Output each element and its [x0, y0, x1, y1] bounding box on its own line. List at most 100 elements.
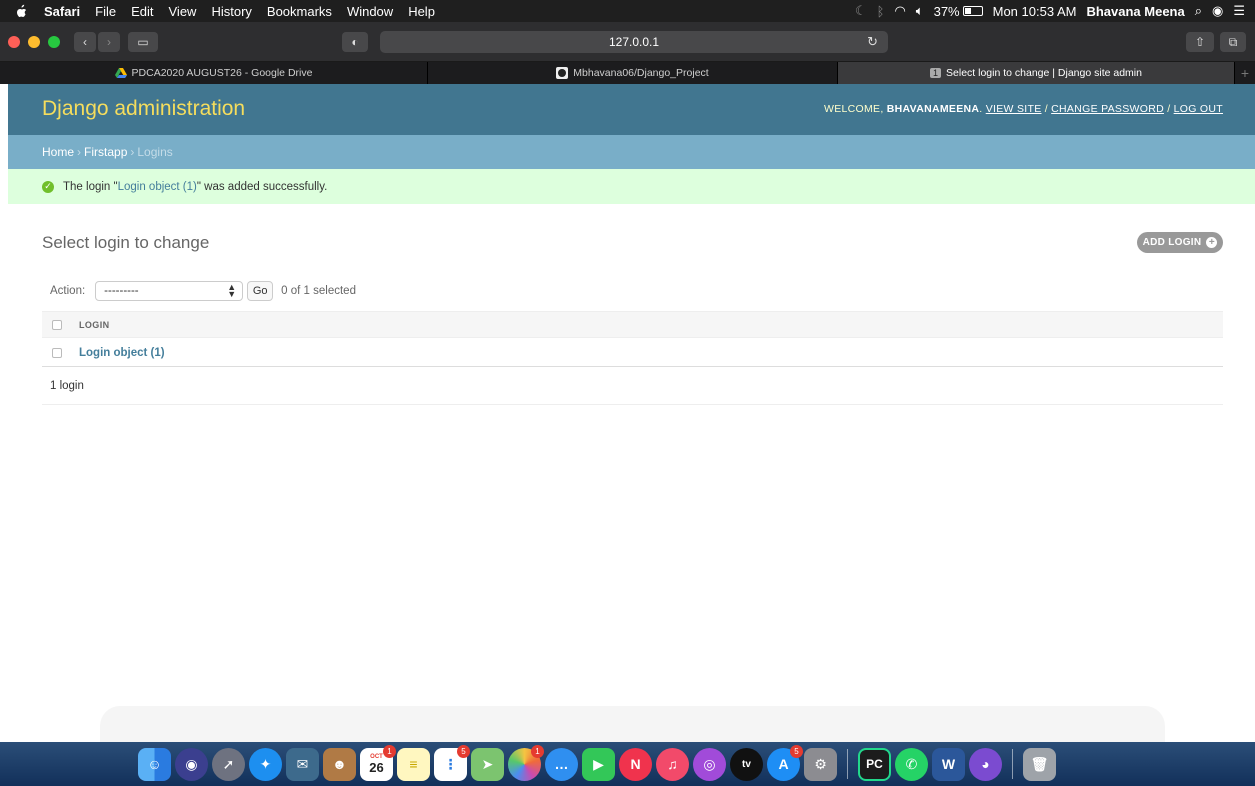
success-message: ✓ The login " Login object (1) " was added… [8, 169, 1255, 204]
notes-icon[interactable]: ≡ [397, 747, 430, 781]
app-store-icon[interactable]: A 5 [767, 744, 803, 781]
menu-app-safari[interactable]: Safari [44, 4, 80, 19]
dock-separator [1012, 749, 1013, 779]
breadcrumb-app[interactable]: Firstapp [84, 145, 127, 159]
menu-file[interactable]: File [95, 4, 116, 19]
actions-bar: Action: --------- ▲ ▼ Go 0 of 1 selected [42, 279, 1223, 303]
message-object-link[interactable]: Login object (1) [118, 181, 197, 193]
system-preferences-icon[interactable]: ⚙ [804, 747, 837, 781]
menu-bookmarks[interactable]: Bookmarks [267, 4, 332, 19]
reminders-badge: 5 [457, 744, 470, 758]
user-tools: WELCOME, BHAVANAMEENA. VIEW SITE / CHANG… [824, 103, 1223, 115]
photos-icon[interactable]: 1 [508, 744, 544, 781]
menu-edit[interactable]: Edit [131, 4, 153, 19]
reload-icon[interactable]: ↻ [867, 34, 878, 50]
column-header-login[interactable]: LOGIN [79, 320, 110, 330]
spotlight-search-icon[interactable]: ⌕ [1195, 3, 1202, 19]
breadcrumb-current: Logins [137, 145, 173, 159]
contacts-icon[interactable]: ☻ [323, 747, 356, 781]
siri-icon[interactable]: ◉ [1212, 3, 1223, 19]
site-title[interactable]: Django administration [42, 97, 245, 121]
user-name[interactable]: Bhavana Meena [1086, 4, 1184, 19]
battery-icon [962, 6, 983, 16]
menu-history[interactable]: History [211, 4, 251, 19]
photos-badge: 1 [531, 744, 544, 758]
tab-django-admin[interactable]: 1 Select login to change | Django site a… [838, 62, 1235, 84]
battery-status[interactable]: 37% [934, 4, 983, 19]
django-header: Django administration WELCOME, BHAVANAME… [8, 84, 1255, 135]
share-icon: ⇧ [1194, 35, 1206, 49]
close-window-button[interactable] [8, 36, 20, 48]
action-select[interactable]: --------- ▲ ▼ [95, 281, 244, 301]
maps-icon[interactable]: ➤ [471, 747, 504, 781]
notification-center-icon[interactable]: ☰ [1233, 3, 1245, 19]
sidebar-icon: ▭ [137, 35, 149, 49]
url-text: 127.0.0.1 [608, 35, 660, 49]
action-selected-value: --------- [104, 285, 139, 297]
tab-label: PDCA2020 AUGUST26 - Google Drive [131, 67, 313, 79]
address-bar[interactable]: 127.0.0.1 ↻ [380, 31, 888, 53]
facetime-icon[interactable]: ▶ [582, 747, 615, 781]
app-store-badge: 5 [790, 744, 803, 758]
volume-icon[interactable]: 🔈︎ [916, 3, 924, 19]
tab-github[interactable]: Mbhavana06/Django_Project [428, 62, 838, 84]
finder-icon[interactable]: ☺ [138, 747, 171, 781]
forward-button[interactable]: › [98, 32, 120, 52]
share-button[interactable]: ⇧ [1186, 32, 1214, 52]
view-site-link[interactable]: VIEW SITE [986, 103, 1042, 115]
apple-tv-icon[interactable]: tv [730, 747, 763, 781]
moon-icon[interactable]: ☾ [855, 3, 867, 19]
selection-counter: 0 of 1 selected [281, 285, 356, 297]
page-title: Select login to change [42, 233, 210, 252]
tab-label: Mbhavana06/Django_Project [573, 67, 709, 79]
add-login-label: ADD LOGIN [1142, 237, 1202, 248]
siri-dock-icon[interactable]: ◉ [175, 747, 208, 781]
success-check-icon: ✓ [42, 180, 54, 193]
minimize-window-button[interactable] [28, 36, 40, 48]
apple-menu-icon[interactable] [14, 4, 28, 18]
row-link[interactable]: Login object (1) [79, 347, 165, 359]
tab-google-drive[interactable]: PDCA2020 AUGUST26 - Google Drive [0, 62, 428, 84]
wifi-icon[interactable]: ◠ [894, 3, 905, 19]
select-arrows-icon: ▲ ▼ [227, 282, 237, 299]
word-icon[interactable]: W [932, 747, 965, 781]
calendar-icon[interactable]: OCT 26 1 [360, 744, 396, 781]
music-icon[interactable]: ♫ [656, 747, 689, 781]
shield-icon: ◐ [351, 35, 359, 49]
reminders-icon[interactable]: ⋮ 5 [434, 744, 470, 781]
change-password-link[interactable]: CHANGE PASSWORD [1051, 103, 1164, 115]
row-checkbox[interactable] [52, 347, 62, 358]
action-label: Action: [50, 285, 86, 297]
safari-icon[interactable]: ✦ [249, 747, 282, 781]
whatsapp-icon[interactable]: ✆ [895, 747, 928, 781]
launchpad-icon[interactable]: ➚ [212, 747, 245, 781]
news-icon[interactable]: N [619, 747, 652, 781]
breadcrumb-home[interactable]: Home [42, 145, 74, 159]
add-login-button[interactable]: ADD LOGIN + [1137, 232, 1223, 253]
podcasts-icon[interactable]: ◎ [693, 747, 726, 781]
breadcrumb: Home › Firstapp › Logins [8, 135, 1255, 169]
menu-help[interactable]: Help [408, 4, 435, 19]
table-row: Login object (1) [42, 339, 1223, 367]
github-desktop-icon[interactable]: ◕ [969, 747, 1002, 781]
mail-icon[interactable]: ✉ [286, 747, 319, 781]
chevron-left-icon: ‹ [83, 35, 87, 49]
plus-icon: + [1206, 237, 1218, 248]
select-all-checkbox[interactable] [52, 319, 62, 330]
clock[interactable]: Mon 10:53 AM [993, 4, 1077, 19]
menu-view[interactable]: View [169, 4, 197, 19]
menu-window[interactable]: Window [347, 4, 393, 19]
tabs-icon: ⧉ [1228, 34, 1238, 49]
log-out-link[interactable]: LOG OUT [1174, 103, 1223, 115]
sidebar-button[interactable]: ▭ [128, 32, 158, 52]
privacy-report-button[interactable]: ◐ [342, 32, 368, 52]
bluetooth-icon[interactable]: ᛒ [877, 4, 885, 19]
messages-icon[interactable]: … [545, 747, 578, 781]
new-tab-button[interactable]: + [1235, 62, 1255, 84]
zoom-window-button[interactable] [48, 36, 60, 48]
go-button[interactable]: Go [247, 281, 274, 301]
trash-icon[interactable]: 🗑︎ [1023, 747, 1056, 781]
tabs-overview-button[interactable]: ⧉ [1220, 32, 1246, 52]
back-button[interactable]: ‹ [74, 32, 96, 52]
pycharm-icon[interactable]: PC [858, 747, 891, 781]
